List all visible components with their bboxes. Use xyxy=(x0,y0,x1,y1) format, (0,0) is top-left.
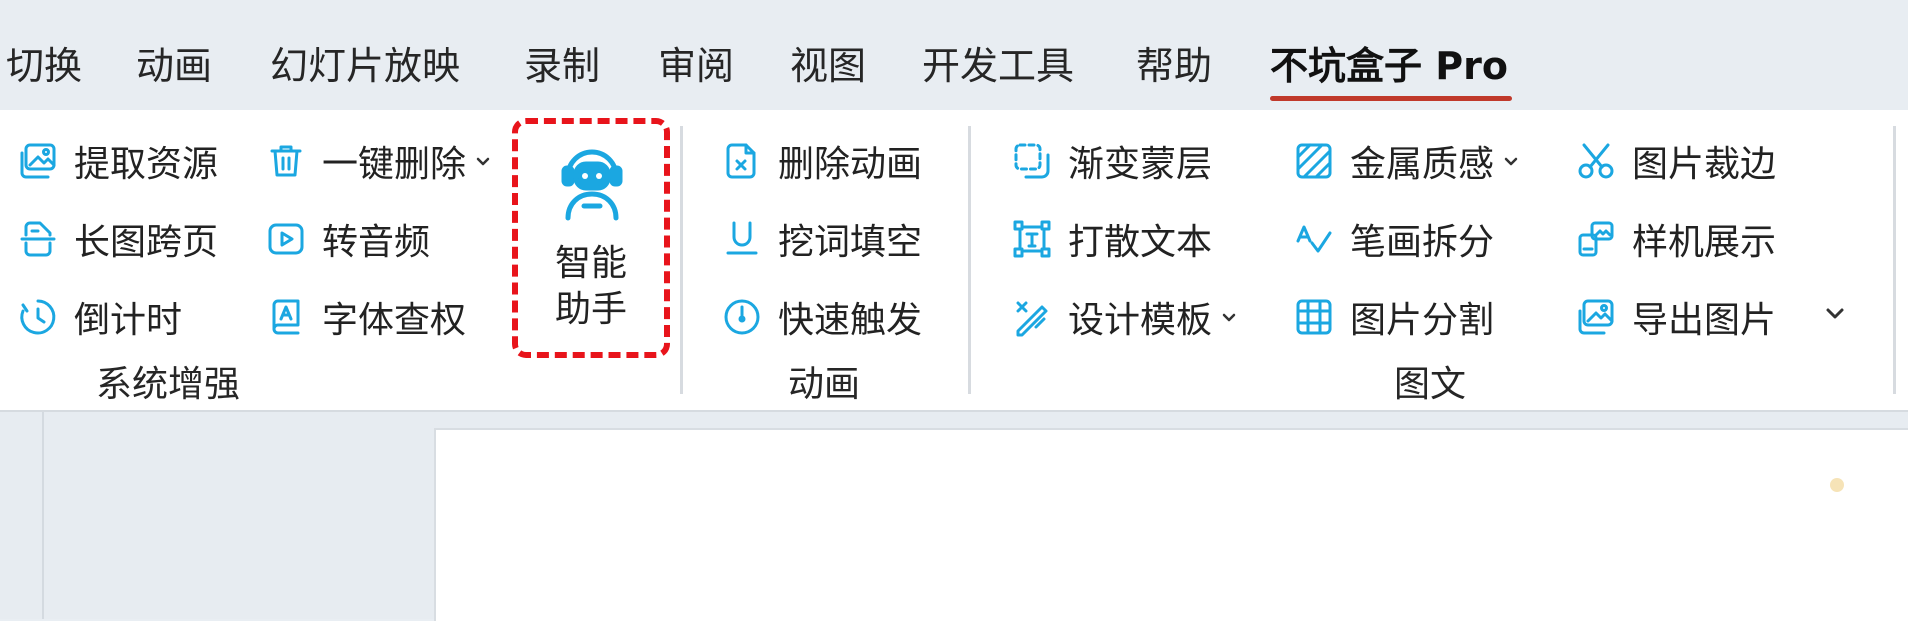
long-image-icon xyxy=(16,217,60,261)
tab-record[interactable]: 录制 xyxy=(524,44,600,88)
font-rights-button[interactable]: 字体查权 xyxy=(264,289,466,345)
thumbnail-pane-divider[interactable] xyxy=(42,412,44,619)
timer-icon xyxy=(16,295,60,339)
metal-texture-label: 金属质感 xyxy=(1350,144,1495,185)
image-crop-edge-label: 图片裁边 xyxy=(1632,144,1777,185)
split-text-icon xyxy=(1010,217,1054,261)
chevron-down-icon[interactable] xyxy=(1500,150,1522,172)
long-image-label: 长图跨页 xyxy=(74,222,219,263)
image-extract-icon xyxy=(16,139,60,183)
gradient-mask-button[interactable]: 渐变蒙层 xyxy=(1010,133,1212,189)
export-image-button[interactable]: 导出图片 xyxy=(1574,289,1776,345)
design-template-icon xyxy=(1010,295,1054,339)
tab-slideshow[interactable]: 幻灯片放映 xyxy=(270,44,460,88)
to-audio-button[interactable]: 转音频 xyxy=(264,211,430,267)
mockup-display-button[interactable]: 样机展示 xyxy=(1574,211,1776,267)
play-icon xyxy=(264,217,308,261)
delete-animation-label: 删除动画 xyxy=(778,144,923,185)
slide-canvas[interactable] xyxy=(434,428,1908,621)
grid-split-icon xyxy=(1292,295,1336,339)
long-image-button[interactable]: 长图跨页 xyxy=(16,211,218,267)
metal-texture-button[interactable]: 金属质感 xyxy=(1292,133,1522,189)
underline-icon xyxy=(720,217,764,261)
delete-doc-icon xyxy=(720,139,764,183)
group-label-animation: 动画 xyxy=(787,364,861,405)
one-click-delete-button[interactable]: 一键删除 xyxy=(264,133,494,189)
image-grid-split-button[interactable]: 图片分割 xyxy=(1292,289,1494,345)
assistant-label-line1: 智能 xyxy=(554,243,627,284)
smart-assistant-button[interactable]: 智能 助手 xyxy=(512,118,670,358)
gradient-mask-icon xyxy=(1010,139,1054,183)
image-grid-split-label: 图片分割 xyxy=(1350,300,1495,341)
tab-bukeng-box-pro[interactable]: 不坑盒子 Pro xyxy=(1270,44,1508,88)
tab-view[interactable]: 视图 xyxy=(790,44,866,88)
group-separator xyxy=(680,126,683,394)
design-template-label: 设计模板 xyxy=(1068,300,1213,341)
split-text-label: 打散文本 xyxy=(1068,222,1213,263)
extract-resources-label: 提取资源 xyxy=(74,144,219,185)
active-tab-underline xyxy=(1270,96,1512,101)
tab-help[interactable]: 帮助 xyxy=(1136,44,1212,88)
to-audio-label: 转音频 xyxy=(322,222,431,263)
one-click-delete-label: 一键删除 xyxy=(322,144,467,185)
metal-texture-icon xyxy=(1292,139,1336,183)
export-image-label: 导出图片 xyxy=(1632,300,1777,341)
image-crop-edge-button[interactable]: 图片裁边 xyxy=(1574,133,1776,189)
quick-trigger-label: 快速触发 xyxy=(778,300,923,341)
fill-blank-label: 挖词填空 xyxy=(778,222,923,263)
delete-animation-button[interactable]: 删除动画 xyxy=(720,133,922,189)
export-image-icon xyxy=(1574,295,1618,339)
trash-icon xyxy=(264,139,308,183)
chevron-down-icon[interactable] xyxy=(1218,306,1240,328)
scissors-icon xyxy=(1574,139,1618,183)
split-text-button[interactable]: 打散文本 xyxy=(1010,211,1212,267)
mockup-icon xyxy=(1574,217,1618,261)
group-separator xyxy=(968,126,971,394)
stroke-split-button[interactable]: 笔画拆分 xyxy=(1292,211,1494,267)
tab-review[interactable]: 审阅 xyxy=(658,44,734,88)
assistant-label-line2: 助手 xyxy=(554,289,627,330)
fill-blank-button[interactable]: 挖词填空 xyxy=(720,211,922,267)
group-label-system: 系统增强 xyxy=(95,364,241,405)
design-template-button[interactable]: 设计模板 xyxy=(1010,289,1240,345)
countdown-label: 倒计时 xyxy=(74,300,183,341)
robot-icon xyxy=(558,146,626,222)
slide-decoration-dot xyxy=(1830,478,1844,492)
clock-trigger-icon xyxy=(720,295,764,339)
tab-transitions[interactable]: 切换 xyxy=(6,44,82,88)
gradient-mask-label: 渐变蒙层 xyxy=(1068,144,1213,185)
font-rights-label: 字体查权 xyxy=(322,300,467,341)
mockup-display-label: 样机展示 xyxy=(1632,222,1777,263)
extract-resources-button[interactable]: 提取资源 xyxy=(16,133,218,189)
stroke-split-label: 笔画拆分 xyxy=(1350,222,1495,263)
tab-animations[interactable]: 动画 xyxy=(136,44,212,88)
ribbon-tab-bar: 切换 动画 幻灯片放映 录制 审阅 视图 开发工具 帮助 不坑盒子 Pro xyxy=(0,0,1908,110)
tab-developer[interactable]: 开发工具 xyxy=(922,44,1074,88)
countdown-button[interactable]: 倒计时 xyxy=(16,289,182,345)
quick-trigger-button[interactable]: 快速触发 xyxy=(720,289,922,345)
group-label-graphics: 图文 xyxy=(1393,364,1467,405)
group-separator xyxy=(1893,126,1896,394)
stroke-split-icon xyxy=(1292,217,1336,261)
font-book-icon xyxy=(264,295,308,339)
chevron-down-icon[interactable] xyxy=(472,150,494,172)
ribbon-more-chevron-icon[interactable] xyxy=(1822,300,1848,326)
